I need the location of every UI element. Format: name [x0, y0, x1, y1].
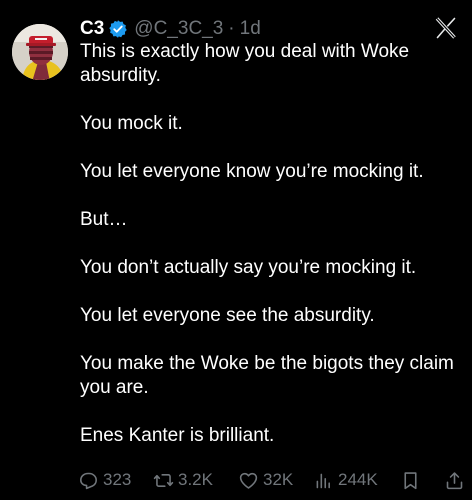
views-count: 244K	[338, 470, 378, 489]
reply-count: 323	[103, 470, 132, 489]
display-name[interactable]: C3	[80, 17, 104, 41]
action-bar: 323 3.2K 32K 244K	[78, 467, 470, 493]
views-button[interactable]: 244K	[313, 467, 378, 493]
tweet-paragraph: You mock it.	[80, 113, 183, 134]
x-logo-icon[interactable]	[434, 16, 458, 40]
tweet-paragraph: This is exactly how you deal with Woke a…	[80, 41, 410, 86]
like-count: 32K	[263, 470, 294, 489]
user-handle[interactable]: @C_3C_3	[134, 17, 223, 41]
repost-count: 3.2K	[178, 470, 213, 489]
verified-badge-icon	[108, 19, 128, 39]
bookmark-button[interactable]	[400, 467, 421, 493]
bookmark-icon	[404, 471, 417, 489]
tweet[interactable]: C3 @C_3C_3 · 1d This is exactly how you …	[0, 0, 472, 500]
tweet-header: C3 @C_3C_3 · 1d	[80, 17, 261, 41]
post-time[interactable]: 1d	[240, 17, 261, 41]
repost-button[interactable]: 3.2K	[153, 467, 213, 493]
share-button[interactable]	[444, 467, 465, 493]
tweet-paragraph: You let everyone know you’re mocking it.	[80, 161, 424, 182]
reply-button[interactable]: 323	[78, 467, 131, 493]
heart-icon	[239, 472, 258, 489]
tweet-paragraph: Enes Kanter is brilliant.	[80, 425, 275, 446]
repost-icon	[153, 473, 174, 487]
header-separator: ·	[228, 18, 235, 39]
tweet-text: This is exactly how you deal with Woke a…	[80, 40, 460, 448]
tweet-paragraph: You make the Woke be the bigots they cla…	[80, 353, 454, 398]
reply-icon	[80, 472, 97, 489]
like-button[interactable]: 32K	[238, 467, 293, 493]
share-icon	[446, 471, 463, 489]
analytics-icon	[316, 473, 330, 488]
tweet-paragraph: You let everyone see the absurdity.	[80, 305, 375, 326]
avatar-image	[12, 24, 68, 80]
tweet-paragraph: You don’t actually say you’re mocking it…	[80, 257, 417, 278]
avatar[interactable]	[12, 24, 68, 80]
tweet-paragraph: But…	[80, 209, 128, 230]
